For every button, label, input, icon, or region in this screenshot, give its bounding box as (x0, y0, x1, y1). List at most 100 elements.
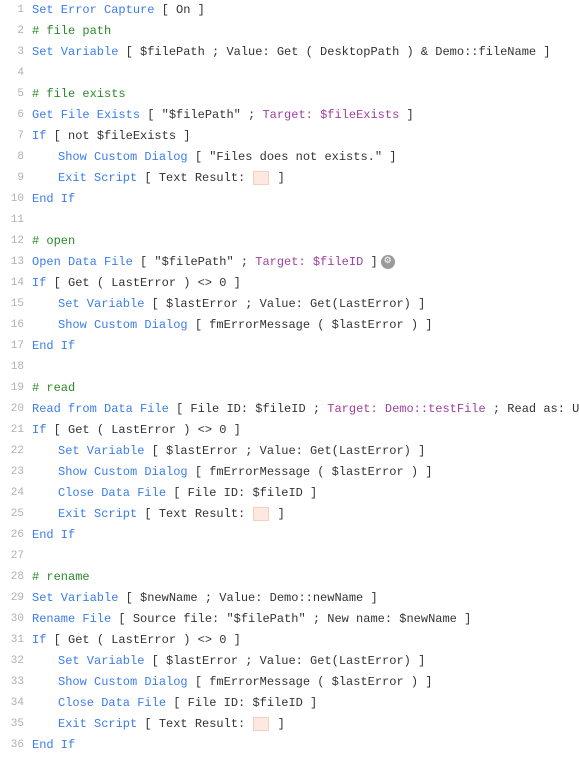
line-content[interactable]: Set Error Capture [ On ] (32, 0, 579, 21)
line-content[interactable]: # rename (32, 567, 579, 588)
script-line[interactable]: 3Set Variable [ $filePath ; Value: Get (… (0, 42, 579, 63)
script-step-keyword: Rename File (32, 612, 111, 626)
line-number: 3 (0, 42, 32, 63)
script-line[interactable]: 8Show Custom Dialog [ "Files does not ex… (0, 147, 579, 168)
script-line[interactable]: 17End If (0, 336, 579, 357)
line-content[interactable]: Rename File [ Source file: "$filePath" ;… (32, 609, 579, 630)
script-line[interactable]: 25Exit Script [ Text Result: ] (0, 504, 579, 525)
line-number: 18 (0, 357, 32, 378)
line-number: 12 (0, 231, 32, 252)
script-step-keyword: End If (32, 192, 75, 206)
script-line[interactable]: 26End If (0, 525, 579, 546)
line-content[interactable]: Close Data File [ File ID: $fileID ] (32, 693, 579, 714)
line-content[interactable]: Set Variable [ $lastError ; Value: Get(L… (32, 294, 579, 315)
line-content[interactable]: If [ not $fileExists ] (32, 126, 579, 147)
script-line[interactable]: 19# read (0, 378, 579, 399)
code-text: [ $lastError ; Value: Get(LastError) ] (144, 654, 425, 668)
script-step-keyword: End If (32, 339, 75, 353)
script-line[interactable]: 1Set Error Capture [ On ] (0, 0, 579, 21)
line-content[interactable]: Set Variable [ $lastError ; Value: Get(L… (32, 651, 579, 672)
comment-text: # file path (32, 24, 111, 38)
line-number: 15 (0, 294, 32, 315)
script-line[interactable]: 16Show Custom Dialog [ fmErrorMessage ( … (0, 315, 579, 336)
script-line[interactable]: 12# open (0, 231, 579, 252)
script-line[interactable]: 4 (0, 63, 579, 84)
script-line[interactable]: 36End If (0, 735, 579, 756)
empty-result-box (253, 507, 269, 521)
script-line[interactable]: 13Open Data File [ "$filePath" ; Target:… (0, 252, 579, 273)
empty-result-box (253, 171, 269, 185)
code-text: [ not $fileExists ] (46, 129, 190, 143)
script-line[interactable]: 22Set Variable [ $lastError ; Value: Get… (0, 441, 579, 462)
line-content[interactable]: Show Custom Dialog [ fmErrorMessage ( $l… (32, 462, 579, 483)
script-line[interactable]: 31If [ Get ( LastError ) <> 0 ] (0, 630, 579, 651)
line-content[interactable]: # file path (32, 21, 579, 42)
script-line[interactable]: 29Set Variable [ $newName ; Value: Demo:… (0, 588, 579, 609)
script-line[interactable]: 30Rename File [ Source file: "$filePath"… (0, 609, 579, 630)
line-content[interactable]: Show Custom Dialog [ fmErrorMessage ( $l… (32, 672, 579, 693)
line-content[interactable]: If [ Get ( LastError ) <> 0 ] (32, 630, 579, 651)
script-line[interactable]: 15Set Variable [ $lastError ; Value: Get… (0, 294, 579, 315)
line-content[interactable]: End If (32, 735, 579, 756)
line-content[interactable]: Set Variable [ $lastError ; Value: Get(L… (32, 441, 579, 462)
line-content[interactable]: Set Variable [ $newName ; Value: Demo::n… (32, 588, 579, 609)
line-content[interactable]: Exit Script [ Text Result: ] (32, 714, 579, 735)
script-line[interactable]: 14If [ Get ( LastError ) <> 0 ] (0, 273, 579, 294)
script-line[interactable]: 21If [ Get ( LastError ) <> 0 ] (0, 420, 579, 441)
line-content[interactable]: Exit Script [ Text Result: ] (32, 504, 579, 525)
script-line[interactable]: 10End If (0, 189, 579, 210)
line-number: 14 (0, 273, 32, 294)
script-line[interactable]: 11 (0, 210, 579, 231)
script-line[interactable]: 9Exit Script [ Text Result: ] (0, 168, 579, 189)
script-line[interactable]: 33Show Custom Dialog [ fmErrorMessage ( … (0, 672, 579, 693)
line-content[interactable]: Close Data File [ File ID: $fileID ] (32, 483, 579, 504)
code-text: [ fmErrorMessage ( $lastError ) ] (188, 465, 433, 479)
code-text: [ Text Result: (137, 717, 252, 731)
line-content[interactable]: Set Variable [ $filePath ; Value: Get ( … (32, 42, 579, 63)
line-number: 36 (0, 735, 32, 756)
script-line[interactable]: 7If [ not $fileExists ] (0, 126, 579, 147)
line-content[interactable]: Show Custom Dialog [ fmErrorMessage ( $l… (32, 315, 579, 336)
gear-icon[interactable]: ⚙ (381, 255, 395, 269)
line-content[interactable]: End If (32, 336, 579, 357)
script-line[interactable]: 6Get File Exists [ "$filePath" ; Target:… (0, 105, 579, 126)
target-parameter: Target: $fileExists (262, 108, 399, 122)
script-line[interactable]: 24Close Data File [ File ID: $fileID ] (0, 483, 579, 504)
line-number: 22 (0, 441, 32, 462)
script-step-keyword: Get File Exists (32, 108, 140, 122)
code-text: [ File ID: $fileID ] (166, 696, 317, 710)
script-line[interactable]: 35Exit Script [ Text Result: ] (0, 714, 579, 735)
line-number: 19 (0, 378, 32, 399)
script-line[interactable]: 2# file path (0, 21, 579, 42)
script-line[interactable]: 20Read from Data File [ File ID: $fileID… (0, 399, 579, 420)
script-line[interactable]: 34Close Data File [ File ID: $fileID ] (0, 693, 579, 714)
script-line[interactable]: 28# rename (0, 567, 579, 588)
script-editor[interactable]: 1Set Error Capture [ On ]2# file path3Se… (0, 0, 579, 756)
line-content[interactable]: Get File Exists [ "$filePath" ; Target: … (32, 105, 579, 126)
script-line[interactable]: 27 (0, 546, 579, 567)
line-content[interactable]: If [ Get ( LastError ) <> 0 ] (32, 420, 579, 441)
code-text: [ Text Result: (137, 171, 252, 185)
line-content[interactable]: # read (32, 378, 579, 399)
script-step-keyword: Set Error Capture (32, 3, 154, 17)
line-content[interactable]: # open (32, 231, 579, 252)
line-content[interactable]: Open Data File [ "$filePath" ; Target: $… (32, 252, 579, 273)
script-step-keyword: If (32, 423, 46, 437)
line-content[interactable]: Exit Script [ Text Result: ] (32, 168, 579, 189)
script-line[interactable]: 18 (0, 357, 579, 378)
code-text: [ Get ( LastError ) <> 0 ] (46, 423, 240, 437)
line-content[interactable]: End If (32, 189, 579, 210)
line-number: 26 (0, 525, 32, 546)
script-step-keyword: Set Variable (58, 654, 144, 668)
line-content[interactable]: Read from Data File [ File ID: $fileID ;… (32, 399, 579, 420)
code-text: [ Get ( LastError ) <> 0 ] (46, 633, 240, 647)
line-content[interactable]: # file exists (32, 84, 579, 105)
script-line[interactable]: 23Show Custom Dialog [ fmErrorMessage ( … (0, 462, 579, 483)
code-text: [ Text Result: (137, 507, 252, 521)
line-content[interactable]: End If (32, 525, 579, 546)
script-line[interactable]: 32Set Variable [ $lastError ; Value: Get… (0, 651, 579, 672)
code-text: [ $newName ; Value: Demo::newName ] (118, 591, 377, 605)
line-content[interactable]: Show Custom Dialog [ "Files does not exi… (32, 147, 579, 168)
script-line[interactable]: 5# file exists (0, 84, 579, 105)
line-content[interactable]: If [ Get ( LastError ) <> 0 ] (32, 273, 579, 294)
